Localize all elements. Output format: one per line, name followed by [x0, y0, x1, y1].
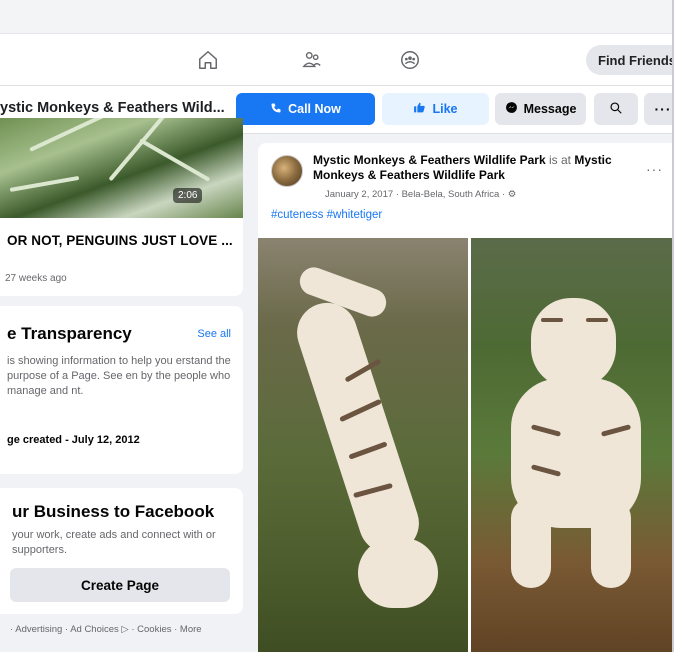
thumbnail-leaf	[139, 138, 211, 182]
thumbs-up-icon	[413, 101, 426, 117]
groups-icon[interactable]	[395, 46, 425, 74]
browser-top-strip	[0, 0, 672, 34]
more-dots-icon: ···	[654, 101, 672, 117]
tiger-stripe	[541, 318, 563, 322]
like-label: Like	[432, 102, 458, 116]
search-icon	[609, 101, 623, 118]
video-duration-badge: 2:06	[173, 188, 203, 203]
create-page-card: ur Business to Facebook your work, creat…	[0, 488, 243, 614]
video-thumbnail[interactable]: 2:06	[0, 118, 243, 218]
post-photo-tiger-sitting[interactable]	[471, 238, 682, 652]
business-description: your work, create ads and connect with o…	[12, 529, 216, 556]
tiger-leg	[591, 498, 631, 588]
like-page-button[interactable]: Like	[382, 93, 489, 125]
post-meta: January 2, 2017 · Bela-Bela, South Afric…	[325, 189, 517, 200]
video-timestamp: 27 weeks ago	[5, 273, 67, 284]
see-all-link[interactable]: See all	[197, 328, 231, 340]
find-friends-button[interactable]: Find Friends	[586, 45, 682, 75]
transparency-description: is showing information to help you ersta…	[7, 355, 231, 397]
post-options-button[interactable]: ···	[646, 161, 663, 177]
post-is-at: is at	[548, 153, 571, 167]
thumbnail-leaf	[29, 118, 113, 152]
top-navigation-bar: Find Friends	[0, 34, 682, 86]
video-card[interactable]: 2:06 OR NOT, PENGUINS JUST LOVE ... 27 w…	[0, 118, 243, 296]
phone-icon	[270, 102, 282, 117]
thumbnail-leaf	[9, 175, 80, 192]
call-now-button[interactable]: Call Now	[236, 93, 375, 125]
page-transparency-card: e Transparency See all is showing inform…	[0, 306, 243, 474]
friends-icon[interactable]	[297, 46, 327, 74]
post-author-name[interactable]: Mystic Monkeys & Feathers Wildlife Park	[313, 153, 546, 167]
page-created-date: ge created - July 12, 2012	[7, 434, 140, 446]
transparency-title: e Transparency	[7, 324, 132, 343]
tiger-body	[289, 295, 427, 561]
post-header: Mystic Monkeys & Feathers Wildlife Park …	[313, 153, 633, 183]
tiger-stripe	[586, 318, 608, 322]
message-button[interactable]: Message	[495, 93, 586, 125]
post-photo-tiger-lying[interactable]	[258, 238, 468, 652]
call-now-label: Call Now	[288, 102, 341, 116]
page-search-button[interactable]	[594, 93, 638, 125]
home-icon[interactable]	[193, 46, 223, 74]
post-hashtags[interactable]: #cuteness #whitetiger	[271, 209, 382, 221]
thumbnail-leaf	[108, 118, 183, 182]
window-right-edge	[672, 0, 682, 652]
tiger-leg	[511, 498, 551, 588]
footer-links[interactable]: · Advertising · Ad Choices ▷ · Cookies ·…	[10, 624, 202, 635]
video-title[interactable]: OR NOT, PENGUINS JUST LOVE ...	[7, 233, 233, 248]
facebook-page-window: Find Friends ystic Monkeys & Feathers Wi…	[0, 0, 682, 652]
message-label: Message	[523, 102, 577, 116]
page-name: ystic Monkeys & Feathers Wild...	[0, 100, 225, 116]
tiger-head	[358, 538, 438, 608]
create-page-button[interactable]: Create Page	[10, 568, 230, 602]
business-title: ur Business to Facebook	[12, 502, 215, 521]
tiger-head	[531, 298, 616, 388]
page-avatar[interactable]	[271, 155, 303, 187]
post-card: Mystic Monkeys & Feathers Wildlife Park …	[258, 143, 682, 652]
messenger-icon	[505, 101, 518, 117]
